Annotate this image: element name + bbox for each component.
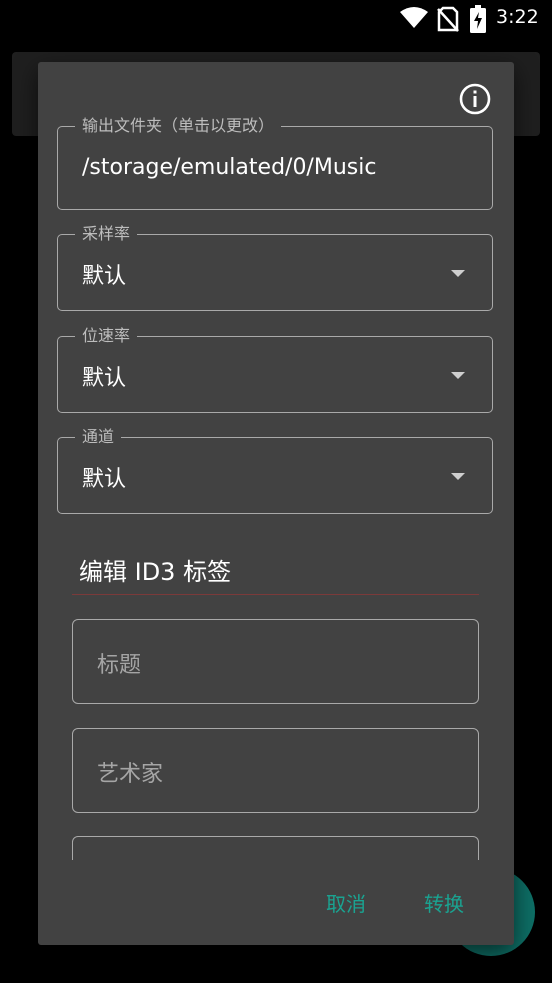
channel-label: 通道 bbox=[75, 426, 122, 448]
album-input-border bbox=[72, 836, 479, 860]
dropdown-arrow-icon bbox=[451, 473, 465, 480]
dropdown-arrow-icon bbox=[451, 270, 465, 277]
artist-input[interactable]: 艺术家 bbox=[72, 728, 479, 813]
cancel-button[interactable]: 取消 bbox=[326, 888, 366, 917]
sample-rate-select[interactable]: 采样率 默认 bbox=[57, 223, 493, 311]
status-time: 3:22 bbox=[496, 6, 539, 28]
sample-rate-value: 默认 bbox=[82, 264, 127, 289]
convert-dialog: 输出文件夹（单击以更改） /storage/emulated/0/Music 采… bbox=[38, 62, 514, 945]
wifi-icon bbox=[400, 7, 428, 28]
id3-section-title: 编辑 ID3 标签 bbox=[79, 558, 232, 586]
status-bar: 3:22 bbox=[0, 0, 552, 38]
convert-button[interactable]: 转换 bbox=[424, 888, 464, 917]
title-placeholder: 标题 bbox=[97, 653, 142, 678]
bit-rate-label: 位速率 bbox=[75, 325, 138, 347]
no-sim-icon bbox=[437, 6, 459, 32]
sample-rate-label: 采样率 bbox=[75, 223, 138, 245]
output-folder-value: /storage/emulated/0/Music bbox=[82, 155, 377, 180]
channel-select[interactable]: 通道 默认 bbox=[57, 426, 493, 514]
bit-rate-value: 默认 bbox=[82, 366, 127, 391]
dropdown-arrow-icon bbox=[451, 372, 465, 379]
output-folder-field[interactable]: 输出文件夹（单击以更改） /storage/emulated/0/Music bbox=[57, 115, 493, 210]
album-input[interactable] bbox=[72, 836, 479, 860]
section-divider bbox=[72, 594, 479, 595]
output-folder-label: 输出文件夹（单击以更改） bbox=[75, 115, 282, 137]
info-icon[interactable] bbox=[458, 82, 492, 116]
bit-rate-select[interactable]: 位速率 默认 bbox=[57, 325, 493, 413]
channel-value: 默认 bbox=[82, 467, 127, 492]
artist-placeholder: 艺术家 bbox=[97, 762, 164, 787]
battery-charging-icon bbox=[470, 5, 486, 33]
title-input[interactable]: 标题 bbox=[72, 619, 479, 704]
